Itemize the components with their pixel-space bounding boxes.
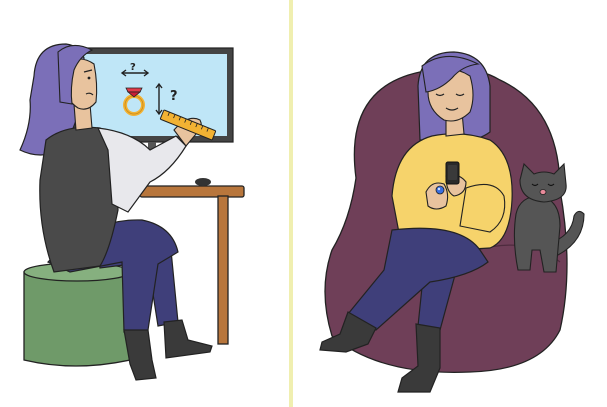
sweater-arm [459,183,506,233]
blue-ring-icon [435,185,445,195]
right-panel [319,51,585,393]
monitor-screen [78,54,227,136]
illustration-scene: ? ? [0,0,607,407]
cat-mouth [539,189,547,195]
cat [513,162,585,273]
question-mark-side: ? [170,89,178,104]
illustration-svg: ? ? [19,0,585,407]
boot-front [163,319,213,359]
left-panel: ? ? [19,43,245,381]
boot-back [123,329,157,381]
panel-divider [289,0,293,407]
question-mark-top: ? [130,62,136,73]
mouse [195,178,211,186]
stool [23,262,131,367]
phone-icon [445,161,460,185]
hand2-left [425,182,449,210]
vest [39,126,119,273]
eye [87,76,91,80]
desk-leg [217,195,229,345]
